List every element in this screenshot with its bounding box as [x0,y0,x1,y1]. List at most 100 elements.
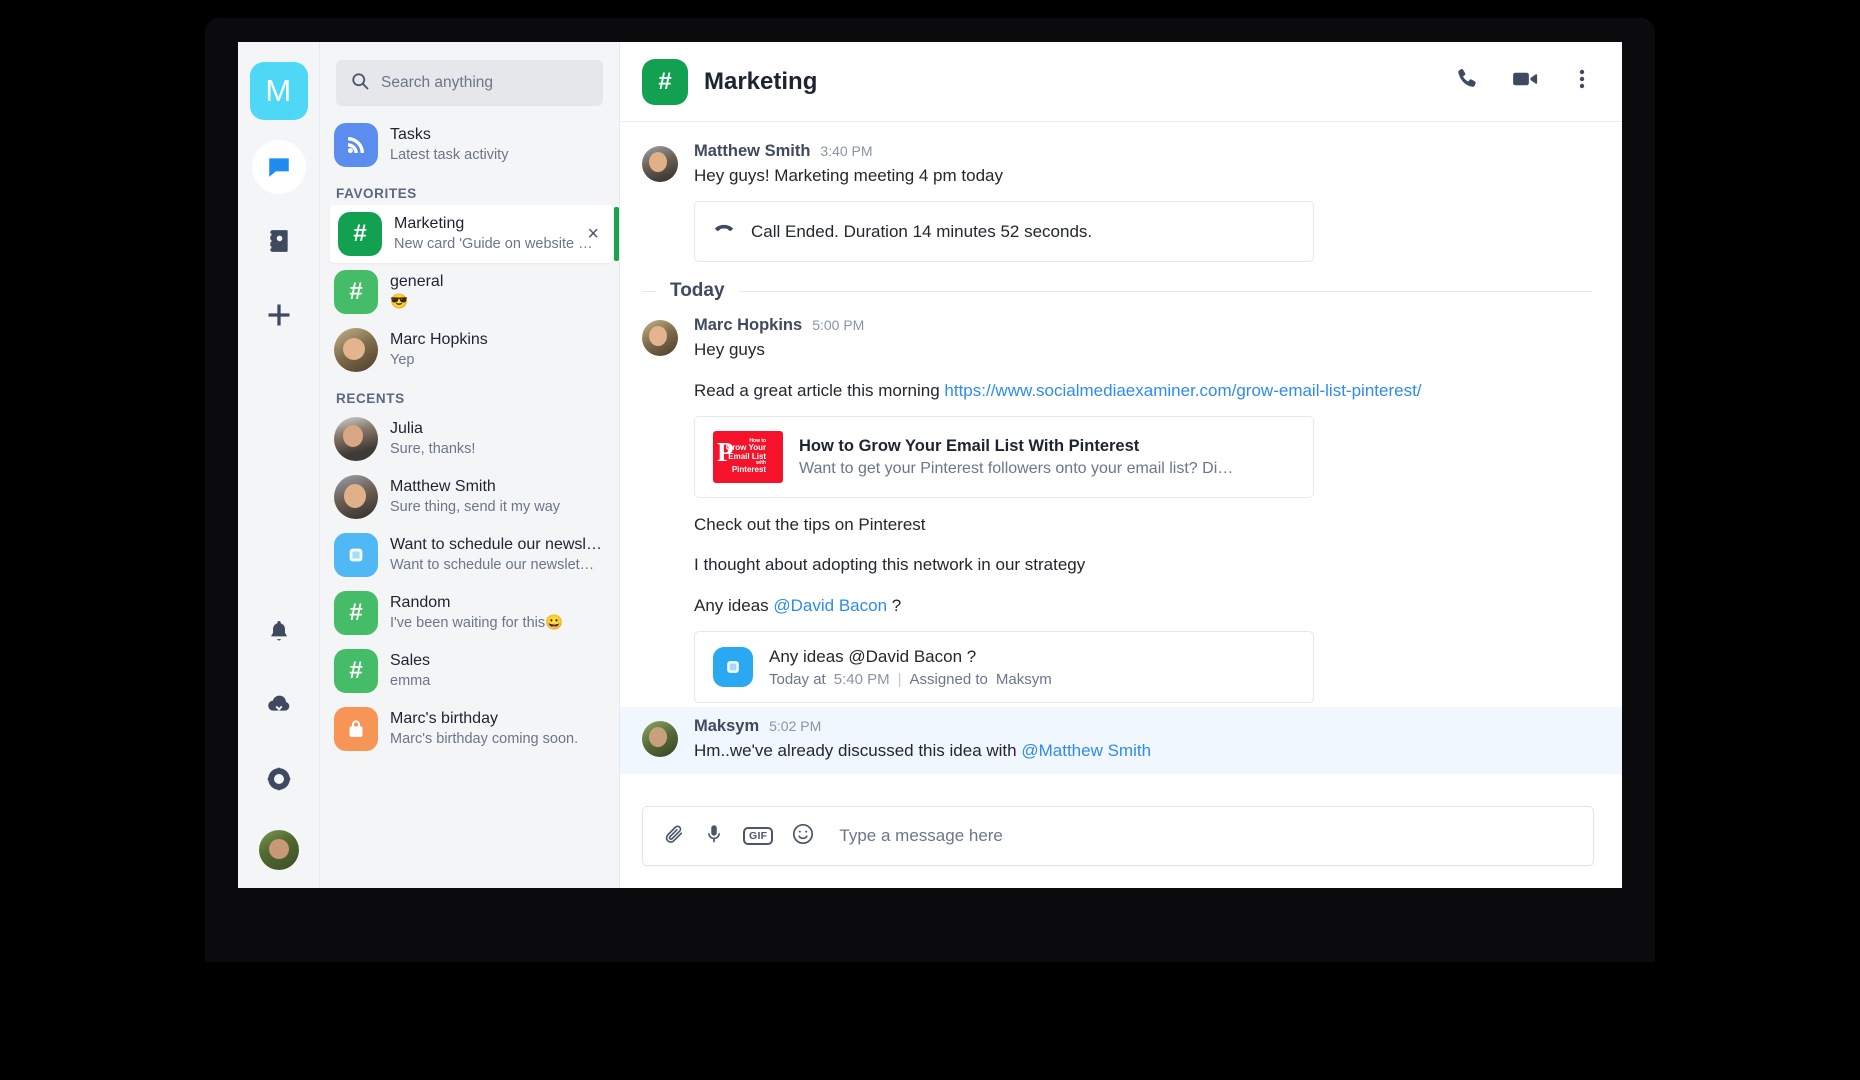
mention-david-bacon[interactable]: @David Bacon [773,596,887,615]
page-title: Marketing [704,67,818,95]
selected-accent-bar [614,207,619,261]
message-text: Hey guys! Marketing meeting 4 pm today [694,166,1003,185]
article-link[interactable]: https://www.socialmediaexaminer.com/grow… [944,381,1421,400]
bell-icon [267,619,291,643]
more-options-button[interactable] [1570,67,1594,96]
list-item-newsletter-task[interactable]: Want to schedule our newsl… Want to sche… [320,526,619,584]
mention-prefix: Hm..we've already discussed this idea wi… [694,741,1022,760]
search-container [320,42,619,116]
list-item-title: Want to schedule our newsl… [390,536,602,554]
rail-item-help[interactable] [252,752,306,806]
avatar [642,320,678,357]
task-card-title: Any ideas @David Bacon ? [769,647,977,667]
hash-icon: # [642,58,688,105]
list-item-sales[interactable]: # Sales emma [320,642,619,700]
list-item-julia[interactable]: Julia Sure, thanks! [320,410,619,468]
message-composer[interactable]: GIF [642,806,1594,866]
message-list: Matthew Smith 3:40 PM Hey guys! Marketin… [620,122,1622,796]
rail-item-contacts[interactable] [252,214,306,268]
list-item-title: Matthew Smith [390,478,496,496]
list-item-subtitle: I've been waiting for this😀 [390,615,564,632]
task-card-icon [713,647,753,688]
list-item-title: Sales [390,652,431,670]
rail-item-downloads[interactable] [252,678,306,732]
gif-icon: GIF [743,827,774,845]
message-item: Marc Hopkins 5:00 PM Hey guys Read a gre… [620,310,1622,707]
list-item-marcs-birthday[interactable]: Marc's birthday Marc's birthday coming s… [320,700,619,758]
video-call-button[interactable] [1510,64,1540,99]
list-item-title: Julia [390,420,423,438]
list-item-tasks[interactable]: Tasks Latest task activity [320,116,619,174]
gif-button[interactable]: GIF [743,827,774,845]
list-item-marc-hopkins[interactable]: Marc Hopkins Yep [320,321,619,379]
app-logo: M [249,62,308,120]
task-card-meta: Today at 5:40 PM | Assigned to Maksym [769,671,1295,688]
section-label-favorites: FAVORITES [336,186,417,201]
link-preview-thumbnail: P How to Grow Your Email List with Pinte… [713,431,783,484]
rail-user-avatar[interactable] [258,830,299,870]
list-item-title: general [390,273,444,291]
task-assigned-label: Assigned to [909,671,988,688]
close-icon[interactable]: × [587,224,599,244]
search-box[interactable] [336,60,603,106]
rail-item-chat[interactable] [251,140,306,194]
voice-message-button[interactable] [703,823,725,850]
task-assignee: Maksym [995,671,1052,688]
kebab-menu-icon [1570,67,1594,96]
list-item-subtitle: Want to schedule our newslet… [390,557,595,574]
mention-prefix: Any ideas [694,595,774,615]
rail-item-add[interactable] [252,288,306,342]
chat-bubble-icon [266,154,292,180]
lock-icon [334,707,378,751]
hash-icon: # [334,591,378,635]
list-item-general[interactable]: # general 😎 [320,263,619,321]
rail-item-notifications[interactable] [252,604,306,658]
message-author: Marc Hopkins [694,316,803,335]
call-button[interactable] [1454,66,1480,97]
hash-icon: # [338,212,382,256]
message-input[interactable] [839,826,1573,846]
smiley-icon [791,822,815,851]
list-item-subtitle: emma [390,673,431,690]
avatar [642,146,678,182]
header-actions [1454,64,1594,99]
laptop-mockup: M Search anything Tasks Latest task acti… [0,0,1860,1080]
link-preview-card[interactable]: P How to Grow Your Email List with Pinte… [694,416,1314,499]
task-meta-separator: | [897,671,902,688]
call-ended-card: Call Ended. Duration 14 minutes 52 secon… [694,201,1314,263]
app-window: M Search anything Tasks Latest task acti… [238,42,1622,888]
list-item-subtitle: Sure, thanks! [390,441,476,458]
emoji-button[interactable] [791,822,815,851]
list-item-subtitle: Latest task activity [390,147,509,164]
chat-header: # Marketing [620,42,1622,122]
message-mention-line: Any ideas @David Bacon ? [694,593,1592,619]
composer-container: GIF [620,796,1622,888]
link-preview-description: Want to get your Pinterest followers ont… [799,459,1234,477]
chat-pane: # Marketing Matthew Smith 3:40 PM Hey gu… [620,42,1622,888]
hash-icon: # [334,649,378,693]
list-item-title: Marc's birthday [390,710,498,728]
day-divider: Today [620,266,1622,310]
list-item-random[interactable]: # Random I've been waiting for this😀 [320,584,619,642]
list-item-matthew-smith[interactable]: Matthew Smith Sure thing, send it my way [320,468,619,526]
list-item-subtitle: Sure thing, send it my way [390,499,561,516]
mention-matthew-smith[interactable]: @Matthew Smith [1021,741,1151,760]
phone-hangup-icon [713,218,735,245]
task-time: 5:40 PM [833,671,890,688]
message-author: Maksym [694,717,760,735]
list-item-subtitle: Yep [390,352,415,369]
task-card[interactable]: Any ideas @David Bacon ? Today at 5:40 P… [694,631,1314,703]
attach-file-button[interactable] [663,823,685,850]
list-item-subtitle: Marc's birthday coming soon. [390,731,579,748]
message-text: Check out the tips on Pinterest [694,515,926,535]
list-item-marketing[interactable]: # Marketing New card 'Guide on website o… [330,205,619,263]
rss-feed-icon [334,123,378,167]
search-input[interactable] [381,74,589,92]
message-text: Hey guys [694,340,765,360]
list-item-subtitle: New card 'Guide on website o… [394,236,599,253]
hash-icon: # [334,270,378,314]
day-divider-label: Today [670,280,725,302]
link-line-prefix: Read a great article this morning [694,380,945,400]
message-link-line: Read a great article this morning https:… [694,378,1592,404]
phone-icon [1454,66,1480,97]
